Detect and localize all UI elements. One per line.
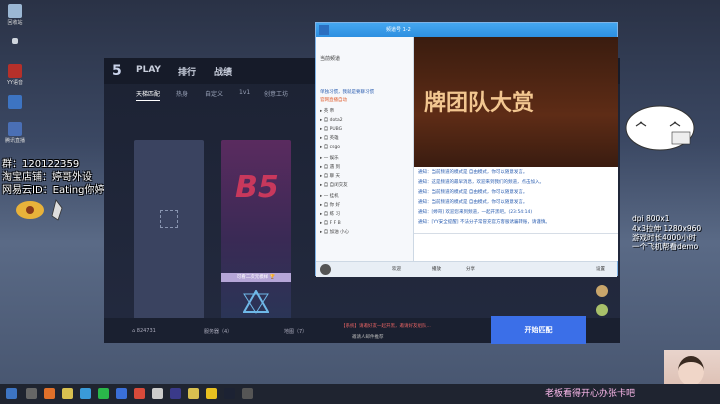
game-logo: 5	[112, 63, 122, 79]
app-icon[interactable]	[80, 388, 91, 399]
chat-input[interactable]	[414, 233, 618, 261]
tree-item-7[interactable]: ▸ 一 娱乐	[320, 155, 339, 161]
tree-item-6[interactable]: ▸ 自 csgo	[320, 144, 340, 150]
online-count: ⌂ 824731	[132, 328, 156, 334]
nav-play[interactable]: PLAY	[136, 65, 161, 75]
start-match-button[interactable]: 开始匹配	[491, 316, 586, 344]
message: 通知：[婷哥] 欢迎您来到频道，一起开黑吧。(23:54:14)	[418, 210, 533, 215]
side-avatar-1[interactable]	[596, 285, 608, 297]
tab-workshop[interactable]: 创意工坊	[264, 89, 288, 98]
tab-ladder[interactable]: 天梯匹配	[136, 89, 161, 101]
app-icon[interactable]	[242, 388, 253, 399]
chat-bottom-bar: 欢迎 播放 分享 设置	[316, 261, 617, 277]
tree-item-4[interactable]: ▸ 自 PUBG	[320, 126, 342, 132]
app-icon	[8, 95, 22, 109]
cat-mascot-icon	[625, 105, 695, 151]
tree-item-5[interactable]: ▸ 自 英雄	[320, 135, 339, 141]
yy-chat-window: 频道号 1-2 当前频道 单独习惯，我就是要聊习惯 官网直播自动 ▸ 英 帝 ▸…	[315, 22, 618, 277]
yy-taskbar-icon[interactable]	[206, 388, 217, 399]
scrolling-ticker: 老板看得开心办张卡吧	[545, 389, 636, 399]
tree-item-0[interactable]: 单独习惯，我就是要聊习惯	[320, 89, 374, 95]
system-notice: 【系统】请邀好友一起开黑，邀请好友组队...	[341, 324, 431, 329]
server-select[interactable]: 服务器（4）	[204, 328, 232, 335]
dpi-text: dpi 800x1	[632, 214, 670, 223]
app-icon[interactable]	[116, 388, 127, 399]
desktop-icon-live[interactable]: 腾讯直播	[4, 122, 26, 144]
tab-custom[interactable]: 自定义	[205, 89, 223, 98]
explorer-icon[interactable]	[62, 388, 73, 399]
star-emblem-icon	[243, 290, 269, 314]
side-avatar-2[interactable]	[596, 304, 608, 316]
desktop-icon-4[interactable]	[4, 95, 26, 110]
home-icon[interactable]	[319, 25, 329, 35]
tree-item-2[interactable]: ▸ 英 帝	[320, 108, 334, 114]
app-icon[interactable]	[170, 388, 181, 399]
message: 通知：当前频道的模式是 自由模式，你可以随意发言。	[418, 190, 528, 195]
tree-item-15[interactable]: ▸ 自 加油 小心	[320, 229, 349, 235]
channel-header: 当前频道	[320, 56, 341, 62]
avatar[interactable]	[320, 264, 331, 275]
tree-item-1[interactable]: 官网直播自动	[320, 97, 347, 103]
tab-1v1[interactable]: 1v1	[239, 89, 250, 96]
live-icon	[8, 122, 22, 136]
channel-sidebar: 当前频道 单独习惯，我就是要聊习惯 官网直播自动 ▸ 英 帝 ▸ 自 dota2…	[316, 37, 414, 261]
start-icon[interactable]	[6, 388, 17, 399]
tree-item-14[interactable]: ▸ 自 F F B	[320, 220, 341, 226]
banner-title: 牌团队大赏	[424, 91, 535, 116]
wechat-icon[interactable]	[98, 388, 109, 399]
tree-item-12[interactable]: ▸ 自 你 好	[320, 202, 340, 208]
bottom-item-1[interactable]: 播放	[432, 266, 441, 272]
bottom-item-2[interactable]: 分享	[466, 266, 475, 272]
message-list: 通知：当前频道的模式是 自由模式，你可以随意发言。 通知：这是频道的最早消息，欢…	[414, 167, 618, 233]
tree-item-11[interactable]: ▸ 一 挂机	[320, 193, 339, 199]
ok-hand-icon	[16, 199, 63, 221]
desktop-icon-recycle-bin[interactable]: 回收站	[4, 4, 26, 26]
message: 通知：[YY安全提醒] 不法分子常冒充官方客服诱骗转账，请谨慎。	[418, 220, 550, 225]
tree-item-13[interactable]: ▸ 自 练 习	[320, 211, 340, 217]
face-icon	[678, 356, 704, 386]
bottom-item-3[interactable]: 设置	[596, 266, 605, 272]
channel-number: 频道号 1-2	[386, 27, 411, 33]
map-card-featured[interactable]: B5 可看二次元模样 🏆	[221, 140, 291, 320]
firefox-icon[interactable]	[44, 388, 55, 399]
folder-icon	[12, 38, 18, 44]
nav-rank[interactable]: 排行	[178, 65, 196, 78]
tree-item-10[interactable]: ▸ 自 自闭交友	[320, 182, 348, 188]
message: 通知：这是频道的最早消息，欢迎来到我们的频道，点击加入。	[418, 180, 544, 185]
tree-item-8[interactable]: ▸ 自 遇 到	[320, 164, 340, 170]
invite-field[interactable]: 邀请人邮件推荐	[352, 334, 384, 340]
nav-record[interactable]: 战绩	[214, 65, 232, 78]
app-icon[interactable]	[188, 388, 199, 399]
desktop-icon-yy[interactable]: YY语音	[4, 64, 26, 86]
search-icon[interactable]	[26, 388, 37, 399]
chat-titlebar: 频道号 1-2	[316, 23, 617, 37]
tab-warmup[interactable]: 热身	[176, 89, 188, 98]
tree-item-9[interactable]: ▸ 自 聊 天	[320, 173, 340, 179]
bottom-item-0[interactable]: 欢迎	[392, 266, 401, 272]
tree-item-3[interactable]: ▸ 自 dota2	[320, 117, 343, 123]
b5-taskbar-icon[interactable]	[224, 388, 235, 399]
app-icon[interactable]	[134, 388, 145, 399]
message: 通知：当前频道的模式是 自由模式，你可以随意发言。	[418, 170, 528, 175]
b5-logo-icon: B5	[235, 170, 279, 205]
message: 通知：当前频道的模式是 自由模式，你可以随意发言。	[418, 200, 528, 205]
recycle-bin-icon	[8, 4, 22, 18]
add-slot-icon	[160, 210, 178, 228]
map-card-empty[interactable]	[134, 140, 204, 320]
demo-text: 一个飞机帮看demo	[632, 242, 699, 251]
card-caption: 可看二次元模样 🏆	[221, 273, 291, 282]
app-icon[interactable]	[152, 388, 163, 399]
channel-banner: 牌团队大赏	[414, 37, 618, 167]
yy-icon	[8, 64, 22, 78]
map-select[interactable]: 地图（7）	[284, 328, 307, 335]
desktop-icon-2[interactable]	[4, 38, 26, 45]
